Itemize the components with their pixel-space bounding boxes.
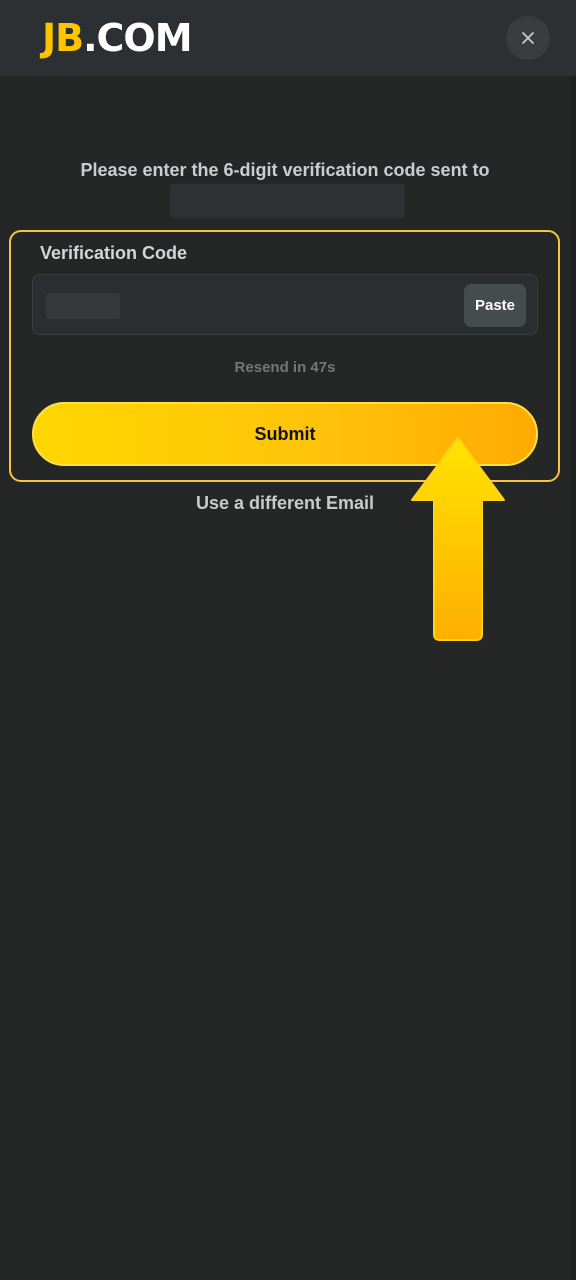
redacted-code — [46, 293, 120, 319]
verification-page: JB.COM Please enter the 6-digit verifica… — [0, 0, 576, 1280]
close-button[interactable] — [506, 16, 550, 60]
close-icon — [522, 32, 534, 44]
top-bar: JB.COM — [0, 0, 576, 76]
verification-prompt: Please enter the 6-digit verification co… — [80, 160, 490, 180]
logo-rest: .COM — [83, 16, 192, 60]
scrollbar[interactable] — [570, 76, 576, 1280]
resend-countdown: Resend in 47s — [234, 359, 336, 376]
paste-button[interactable]: Paste — [464, 284, 526, 327]
redacted-email — [170, 184, 405, 218]
arrow-up-icon — [411, 437, 505, 641]
logo-accent: JB — [42, 16, 84, 60]
verification-code-label: Verification Code — [40, 243, 188, 263]
logo: JB.COM — [42, 14, 193, 62]
